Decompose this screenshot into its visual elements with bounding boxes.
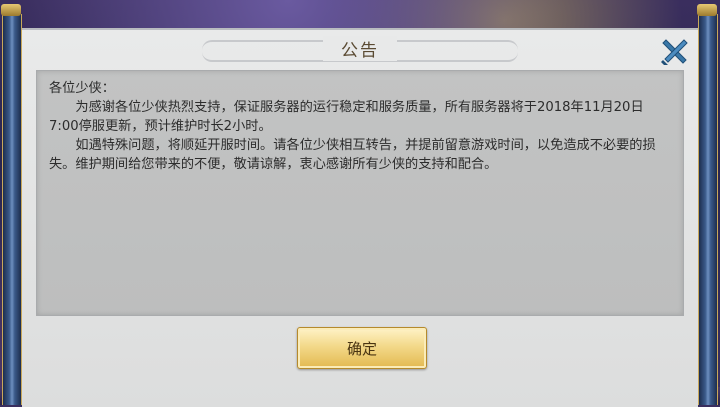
confirm-button[interactable]: 确定 — [297, 327, 427, 369]
scroll-roller-left — [1, 4, 22, 405]
scroll-roller-right — [697, 4, 718, 405]
greeting-text: 各位少侠： — [49, 81, 115, 96]
announcement-paragraph-2: 如遇特殊问题，将顺延开服时间。请各位少侠相互转告，并提前留意游戏时间，以免造成不… — [49, 138, 656, 172]
close-x-icon — [661, 39, 688, 65]
announcement-paragraph-1: 为感谢各位少侠热烈支持，保证服务器的运行稳定和服务质量，所有服务器将于2018年… — [49, 100, 644, 134]
announcement-content: 各位少侠： 为感谢各位少侠热烈支持，保证服务器的运行稳定和服务质量，所有服务器将… — [36, 70, 684, 316]
close-button[interactable] — [660, 36, 690, 66]
title-bar: 公告 — [22, 30, 698, 66]
roller-cap-left — [1, 4, 21, 16]
announcement-dialog: 公告 各位少侠： 为感谢各位少侠热烈支持，保证服务器的运行稳定和服务质量，所有服… — [22, 28, 698, 407]
roller-cap-right — [697, 4, 717, 16]
dialog-title: 公告 — [323, 35, 397, 61]
